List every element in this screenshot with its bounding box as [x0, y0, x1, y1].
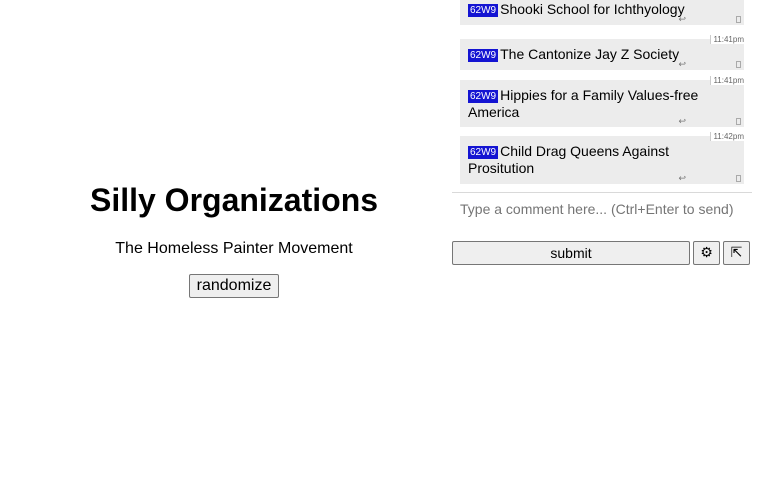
- submit-button[interactable]: submit: [452, 241, 690, 265]
- chat-message-list[interactable]: 62W9 Shooki School for Ichthyology ↩ 11:4…: [452, 0, 752, 193]
- chat-message: 11:42pm 62W9 Child Drag Queens Against Pr…: [460, 132, 744, 184]
- message-text: Child Drag Queens Against Prositution: [468, 143, 669, 176]
- flag-icon[interactable]: [736, 175, 741, 182]
- reply-icon[interactable]: ↩: [678, 117, 686, 126]
- chat-message: 62W9 Shooki School for Ichthyology ↩: [460, 0, 744, 25]
- user-tag: 62W9: [468, 4, 499, 17]
- chat-panel: 62W9 Shooki School for Ichthyology ↩ 11:4…: [452, 0, 752, 480]
- flag-icon[interactable]: [736, 118, 741, 125]
- page: Silly Organizations The Homeless Painter…: [0, 0, 768, 480]
- settings-gear-icon[interactable]: ⚙: [693, 241, 720, 265]
- flag-icon[interactable]: [736, 16, 741, 23]
- message-timestamp: 11:41pm: [710, 35, 744, 44]
- reply-icon[interactable]: ↩: [678, 60, 686, 69]
- message-body: 62W9 Shooki School for Ichthyology: [468, 1, 736, 18]
- user-tag: 62W9: [468, 49, 499, 62]
- page-title: Silly Organizations: [89, 182, 379, 218]
- message-timestamp: 11:42pm: [710, 132, 744, 141]
- message-text: The Cantonize Jay Z Society: [500, 46, 680, 62]
- user-tag: 62W9: [468, 146, 499, 159]
- randomize-button[interactable]: randomize: [189, 274, 279, 298]
- reply-icon[interactable]: ↩: [678, 15, 686, 24]
- chat-message: 11:41pm 62W9 Hippies for a Family Values-…: [460, 76, 744, 127]
- popout-arrow-icon[interactable]: ⇱: [723, 241, 750, 265]
- message-body: 62W9 Child Drag Queens Against Prositutio…: [468, 143, 736, 177]
- message-text: Shooki School for Ichthyology: [500, 1, 685, 17]
- chat-message: 11:41pm 62W9 The Cantonize Jay Z Society …: [460, 35, 744, 70]
- message-body: 62W9 The Cantonize Jay Z Society: [468, 46, 736, 63]
- organization-name: The Homeless Painter Movement: [115, 240, 353, 257]
- reply-icon[interactable]: ↩: [678, 174, 686, 183]
- message-body: 62W9 Hippies for a Family Values-free Ame…: [468, 87, 736, 121]
- message-text: Hippies for a Family Values-free America: [468, 87, 699, 120]
- comment-input[interactable]: [452, 193, 752, 227]
- message-timestamp: 11:41pm: [710, 76, 744, 85]
- main-panel: Silly Organizations The Homeless Painter…: [0, 0, 452, 480]
- user-tag: 62W9: [468, 90, 499, 103]
- flag-icon[interactable]: [736, 61, 741, 68]
